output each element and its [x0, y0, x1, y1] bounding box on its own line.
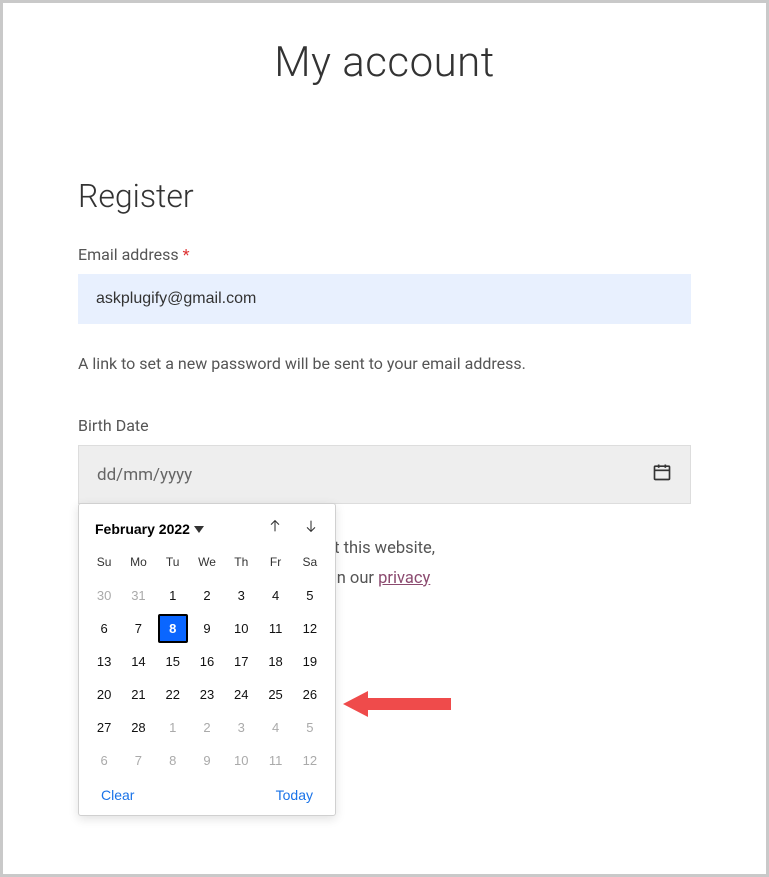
day-of-week-header: Th: [224, 549, 258, 579]
day-cell[interactable]: 14: [123, 647, 153, 676]
calendar-icon[interactable]: [652, 462, 672, 487]
privacy-link[interactable]: privacy: [378, 569, 430, 588]
day-cell[interactable]: 25: [260, 680, 290, 709]
day-cell[interactable]: 1: [158, 713, 188, 742]
month-nav: [267, 518, 319, 539]
email-label-text: Email address: [78, 245, 179, 264]
day-cell[interactable]: 21: [123, 680, 153, 709]
day-cell[interactable]: 24: [226, 680, 256, 709]
day-cell[interactable]: 9: [192, 746, 222, 775]
day-cell-selected[interactable]: 8: [158, 614, 188, 643]
day-cell[interactable]: 27: [89, 713, 119, 742]
required-mark: *: [183, 245, 190, 264]
day-cell[interactable]: 30: [89, 581, 119, 610]
day-cell[interactable]: 4: [260, 581, 290, 610]
chevron-down-icon: [194, 521, 204, 537]
day-cell[interactable]: 3: [226, 581, 256, 610]
day-cell[interactable]: 19: [295, 647, 325, 676]
day-cell[interactable]: 11: [260, 746, 290, 775]
day-of-week-header: Sa: [293, 549, 327, 579]
day-cell[interactable]: 5: [295, 713, 325, 742]
day-cell[interactable]: 2: [192, 581, 222, 610]
month-selector[interactable]: February 2022: [95, 521, 204, 537]
day-cell[interactable]: 9: [192, 614, 222, 643]
day-cell[interactable]: 22: [158, 680, 188, 709]
day-cell[interactable]: 7: [123, 746, 153, 775]
birthdate-placeholder: dd/mm/yyyy: [97, 465, 192, 485]
datepicker-grid: SuMoTuWeThFrSa30311234567891011121314151…: [87, 549, 327, 777]
day-cell[interactable]: 10: [226, 746, 256, 775]
day-cell[interactable]: 13: [89, 647, 119, 676]
birthdate-field[interactable]: dd/mm/yyyy: [78, 445, 691, 504]
today-button[interactable]: Today: [276, 787, 313, 803]
page-title: My account: [3, 38, 766, 87]
day-cell[interactable]: 6: [89, 614, 119, 643]
prev-month-button[interactable]: [267, 518, 283, 539]
email-label: Email address *: [78, 245, 691, 264]
password-hint: A link to set a new password will be sen…: [78, 352, 691, 376]
day-of-week-header: Su: [87, 549, 121, 579]
day-cell[interactable]: 3: [226, 713, 256, 742]
month-label: February 2022: [95, 521, 190, 537]
day-of-week-header: Fr: [258, 549, 292, 579]
day-cell[interactable]: 11: [260, 614, 290, 643]
day-cell[interactable]: 26: [295, 680, 325, 709]
clear-button[interactable]: Clear: [101, 787, 134, 803]
day-cell[interactable]: 23: [192, 680, 222, 709]
day-cell[interactable]: 10: [226, 614, 256, 643]
day-of-week-header: Mo: [121, 549, 155, 579]
day-cell[interactable]: 12: [295, 746, 325, 775]
day-cell[interactable]: 16: [192, 647, 222, 676]
day-cell[interactable]: 15: [158, 647, 188, 676]
datepicker-header: February 2022: [87, 514, 327, 549]
day-cell[interactable]: 28: [123, 713, 153, 742]
day-cell[interactable]: 5: [295, 581, 325, 610]
day-cell[interactable]: 31: [123, 581, 153, 610]
day-cell[interactable]: 12: [295, 614, 325, 643]
register-heading: Register: [78, 177, 691, 215]
day-cell[interactable]: 18: [260, 647, 290, 676]
birthdate-label: Birth Date: [78, 416, 691, 435]
day-cell[interactable]: 6: [89, 746, 119, 775]
day-cell[interactable]: 7: [123, 614, 153, 643]
day-of-week-header: We: [190, 549, 224, 579]
annotation-arrow-icon: [343, 689, 453, 719]
day-cell[interactable]: 4: [260, 713, 290, 742]
day-cell[interactable]: 17: [226, 647, 256, 676]
email-field[interactable]: [78, 274, 691, 324]
datepicker: February 2022 SuMoTuWeThFrSa303112345678…: [78, 503, 336, 816]
day-cell[interactable]: 2: [192, 713, 222, 742]
datepicker-footer: Clear Today: [87, 777, 327, 809]
day-cell[interactable]: 8: [158, 746, 188, 775]
day-cell[interactable]: 1: [158, 581, 188, 610]
next-month-button[interactable]: [303, 518, 319, 539]
day-cell[interactable]: 20: [89, 680, 119, 709]
day-of-week-header: Tu: [156, 549, 190, 579]
